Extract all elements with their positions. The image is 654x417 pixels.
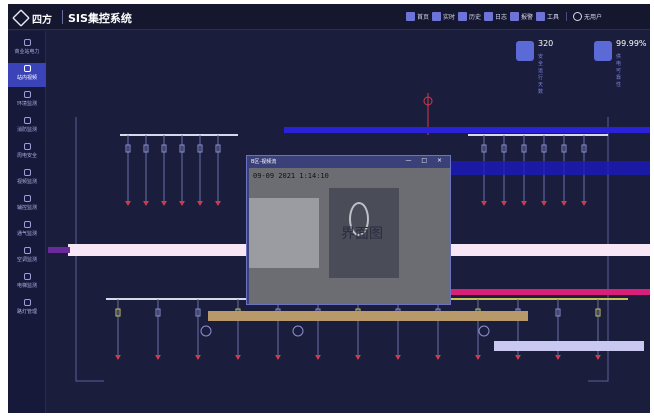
- feeder-ur-1-load-arrow: [501, 201, 507, 206]
- feeder-ul-1-load-arrow: [143, 201, 149, 206]
- camera-feed: 09-09 2021 1:14:10 界面图: [249, 168, 450, 304]
- sidebar-item-fire[interactable]: 消防监测: [8, 115, 46, 139]
- user-menu[interactable]: 无用户: [566, 12, 602, 21]
- sidebar-item-video[interactable]: 站内视频: [8, 63, 46, 87]
- realtime-icon: [432, 12, 441, 21]
- sidebar-item-lamp[interactable]: 路灯管理: [8, 297, 46, 321]
- nav-tools[interactable]: 工具: [536, 12, 559, 21]
- video-icon: [23, 169, 31, 176]
- nav-home[interactable]: 首页: [406, 12, 429, 21]
- sidebar-item-video-monitor[interactable]: 视频监测: [8, 167, 46, 191]
- feeder-ur-0-load-arrow: [481, 201, 487, 206]
- feeder-lower-3-load-arrow: [235, 355, 241, 360]
- feeder-lower-0-load-arrow: [115, 355, 121, 360]
- history-icon: [458, 12, 467, 21]
- feeder-lower-11-load-arrow: [555, 355, 561, 360]
- shield-icon: [23, 143, 31, 150]
- popup-window-controls[interactable]: — □ ×: [405, 157, 446, 164]
- feeder-lower-10-load-arrow: [515, 355, 521, 360]
- camera-icon: [23, 65, 31, 72]
- main-panel: 320 安全运行天数 99.99% 供电可靠性 B区-视频流 — □ × 09-…: [48, 31, 650, 413]
- feeder-lower-12-load-arrow: [595, 355, 601, 360]
- feeder-ur-5-load-arrow: [581, 201, 587, 206]
- feeder-lower-9-load-arrow: [475, 355, 481, 360]
- user-icon: [573, 12, 582, 21]
- video-popup-window[interactable]: B区-视频流 — □ × 09-09 2021 1:14:10 界面图: [246, 155, 451, 305]
- log-icon: [484, 12, 493, 21]
- popup-title: B区-视频流: [251, 159, 277, 165]
- equipment-cabinet: [249, 198, 319, 268]
- feeder-ul-4-load-arrow: [197, 201, 203, 206]
- sidebar-item-power[interactable]: 商业站电力: [8, 37, 46, 61]
- feeder-lower-8-load-arrow: [435, 355, 441, 360]
- feeder-ul-3-load-arrow: [179, 201, 185, 206]
- feeder-ur-2-load-arrow: [521, 201, 527, 206]
- feeder-ul-2-load-arrow: [161, 201, 167, 206]
- nav-alarm[interactable]: 报警: [510, 12, 533, 21]
- building-icon: [23, 39, 31, 46]
- thermometer-icon: [23, 91, 31, 98]
- sidebar-item-aux[interactable]: 辅控监测: [8, 193, 46, 217]
- feeder-lower-7-load-arrow: [395, 355, 401, 360]
- nav-log[interactable]: 日志: [484, 12, 507, 21]
- gear-icon: [23, 195, 31, 202]
- top-bar: 四方 SIS集控系统 首页 实时 历史 日志 报警 工具 无用户: [8, 4, 650, 30]
- feeder-ur-4-load-arrow: [561, 201, 567, 206]
- nav-realtime[interactable]: 实时: [432, 12, 455, 21]
- sidebar-item-environment[interactable]: 环境监测: [8, 89, 46, 113]
- tools-icon: [536, 12, 545, 21]
- sidebar: 商业站电力 站内视频 环境监测 消防监测 周电安全 视频监测 辅控监测 通气监测…: [8, 31, 46, 413]
- feeder-ul-5-load-arrow: [215, 201, 221, 206]
- camera-timestamp: 09-09 2021 1:14:10: [253, 172, 329, 180]
- alarm-icon: [510, 12, 519, 21]
- sidebar-item-ventilation[interactable]: 通气监测: [8, 219, 46, 243]
- glitch-band-tan: [208, 311, 528, 321]
- title-divider: [62, 10, 63, 24]
- feeder-lower-5-load-arrow: [315, 355, 321, 360]
- logo-icon: [12, 9, 30, 27]
- feeder-lower-1-load-arrow: [155, 355, 161, 360]
- system-title: SIS集控系统: [68, 12, 132, 25]
- transformer-lower-a: [200, 325, 212, 337]
- glitch-band-purple: [48, 247, 70, 253]
- nav-history[interactable]: 历史: [458, 12, 481, 21]
- sidebar-item-ac[interactable]: 空调监测: [8, 245, 46, 269]
- elevator-icon: [23, 273, 31, 280]
- fire-icon: [23, 117, 31, 124]
- app-window: 四方 SIS集控系统 首页 实时 历史 日志 报警 工具 无用户 商业站电力 站…: [8, 4, 650, 413]
- feeder-ur-3-load-arrow: [541, 201, 547, 206]
- feeder-ul-0-load-arrow: [125, 201, 131, 206]
- feeder-lower-6-load-arrow: [355, 355, 361, 360]
- feeders-upper-left: [125, 135, 221, 206]
- feeder-lower-4-load-arrow: [275, 355, 281, 360]
- feeder-lower-2-load-arrow: [195, 355, 201, 360]
- lamp-icon: [23, 299, 31, 306]
- glitch-band-blue: [284, 127, 650, 133]
- camera-watermark: 界面图: [341, 226, 383, 242]
- transformer-lower-b: [292, 325, 304, 337]
- sidebar-item-elevator[interactable]: 电梯监测: [8, 271, 46, 295]
- home-icon: [406, 12, 415, 21]
- ac-icon: [23, 247, 31, 254]
- sidebar-item-safety[interactable]: 周电安全: [8, 141, 46, 165]
- logo-text: 四方: [32, 15, 52, 26]
- fan-icon: [23, 221, 31, 228]
- transformer-lower-c: [478, 325, 490, 337]
- glitch-band-lavender: [494, 341, 644, 351]
